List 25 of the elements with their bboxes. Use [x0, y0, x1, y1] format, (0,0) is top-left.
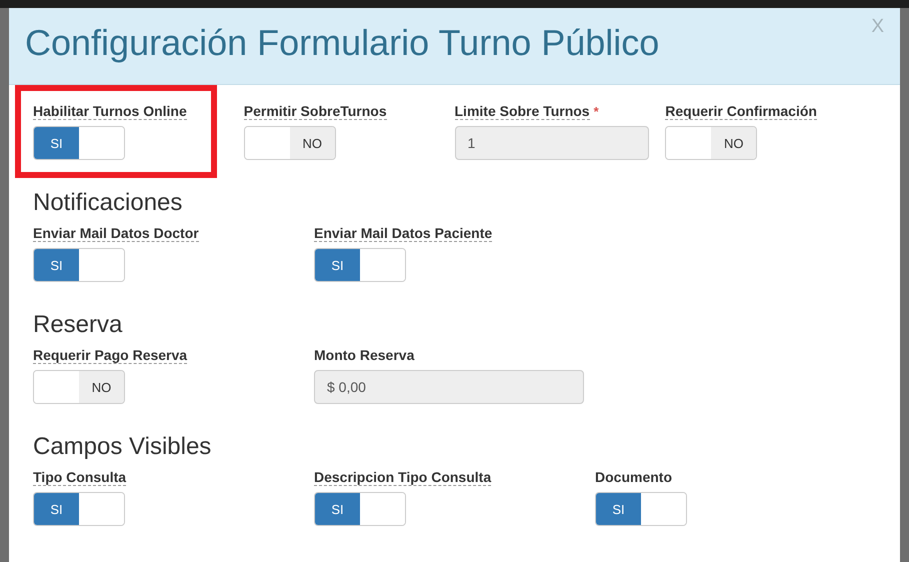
modal-title: Configuración Formulario Turno Público — [25, 22, 660, 64]
section-heading: Reserva — [33, 312, 124, 338]
field-label: Documento — [595, 469, 672, 486]
required-asterisk: * — [594, 104, 599, 119]
field-label: Descripcion Tipo Consulta — [314, 469, 492, 486]
toggle-switch[interactable]: SI — [33, 492, 125, 526]
toggle-switch[interactable]: NO — [33, 370, 125, 404]
field-label: Enviar Mail Datos Doctor — [33, 225, 199, 242]
field-label: Requerir Confirmación — [665, 103, 817, 120]
field-label: Permitir SobreTurnos — [244, 103, 387, 120]
section-heading: Campos Visibles — [33, 434, 212, 460]
field-label: Limite Sobre Turnos — [454, 103, 590, 120]
toggle-switch[interactable]: SI — [314, 248, 406, 282]
field-label: Requerir Pago Reserva — [33, 347, 188, 364]
field-label: Monto Reserva — [314, 347, 414, 364]
field-label: Enviar Mail Datos Paciente — [314, 225, 492, 242]
field-label: Habilitar Turnos Online — [33, 103, 187, 120]
toggle-switch[interactable]: SI — [314, 492, 406, 526]
field-label: Tipo Consulta — [33, 469, 126, 486]
toggle-switch[interactable]: SI — [33, 126, 125, 160]
toggle-switch[interactable]: NO — [244, 126, 336, 160]
toggle-switch[interactable]: SI — [595, 492, 687, 526]
toggle-switch[interactable]: SI — [33, 248, 125, 282]
section-heading: Notificaciones — [33, 190, 184, 216]
toggle-switch[interactable]: NO — [665, 126, 758, 160]
